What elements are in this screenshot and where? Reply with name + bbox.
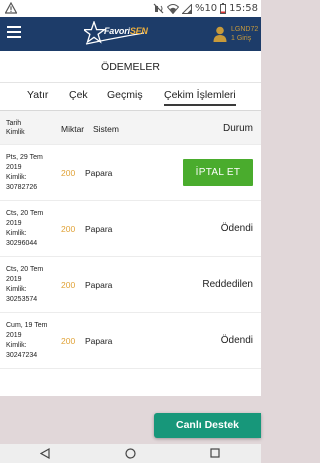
row-date: Cts, 20 Tem 2019 Kimlik: 30253574 xyxy=(6,266,44,303)
row-amount: 200 xyxy=(61,224,76,234)
status-bar: %10 15:58 xyxy=(0,0,261,17)
table-row: Pts, 29 Tem 2019 Kimlik: 30782726 200 Pa… xyxy=(0,145,261,201)
user-info[interactable]: LGND72 1 Giriş xyxy=(231,25,258,43)
battery-icon xyxy=(220,3,227,14)
user-icon[interactable] xyxy=(213,26,227,42)
row-amount: 200 xyxy=(61,336,76,346)
header-date: Tarih Kimlik xyxy=(6,120,25,136)
row-date: Pts, 29 Tem 2019 Kimlik: 30782726 xyxy=(6,154,43,191)
username-text: LGND72 xyxy=(231,26,259,33)
live-support-button[interactable]: Canlı Destek xyxy=(154,413,261,438)
table-row: Cts, 20 Tem 2019 Kimlik: 30253574 200 Pa… xyxy=(0,257,261,313)
withdrawals-table: Tarih Kimlik Miktar Sistem Durum Pts, 29… xyxy=(0,111,261,396)
signal-icon xyxy=(181,3,192,14)
row-status: Reddedilen xyxy=(202,279,253,290)
row-system: Papara xyxy=(85,168,113,178)
row-amount: 200 xyxy=(61,280,76,290)
table-row: Cts, 20 Tem 2019 Kimlik: 30296044 200 Pa… xyxy=(0,201,261,257)
battery-text: %10 xyxy=(194,3,218,14)
wifi-icon xyxy=(166,4,179,14)
tab-withdrawal-transactions[interactable]: Çekim İşlemleri xyxy=(164,89,236,106)
row-status: Ödendi xyxy=(220,335,253,346)
row-date: Cts, 20 Tem 2019 Kimlik: 30296044 xyxy=(6,210,44,247)
home-icon[interactable] xyxy=(125,448,136,459)
warning-icon xyxy=(5,2,17,14)
row-amount: 200 xyxy=(61,168,76,178)
row-system: Papara xyxy=(85,280,113,290)
header-amount: Miktar xyxy=(61,124,85,134)
menu-icon[interactable] xyxy=(7,26,21,39)
row-status: Ödendi xyxy=(220,223,253,234)
table-header: Tarih Kimlik Miktar Sistem Durum xyxy=(0,111,261,145)
row-system: Papara xyxy=(85,336,113,346)
tab-bar: Yatır Çek Geçmiş Çekim İşlemleri xyxy=(0,83,261,111)
page-title: ÖDEMELER xyxy=(0,51,261,83)
row-date: Cum, 19 Tem 2019 Kimlik: 30247234 xyxy=(6,322,48,359)
app-bar: FavoriSEN LGND72 1 Giriş xyxy=(0,17,261,51)
cancel-button[interactable]: İPTAL ET xyxy=(183,159,253,186)
back-icon[interactable] xyxy=(40,448,50,459)
header-system: Sistem xyxy=(93,124,119,134)
system-nav-bar xyxy=(0,444,261,463)
brand-logo: FavoriSEN xyxy=(104,26,148,36)
header-status: Durum xyxy=(222,123,253,134)
recent-apps-icon[interactable] xyxy=(210,448,220,458)
tab-withdraw[interactable]: Çek xyxy=(69,89,88,101)
clock-text: 15:58 xyxy=(229,3,258,14)
table-row: Cum, 19 Tem 2019 Kimlik: 30247234 200 Pa… xyxy=(0,313,261,369)
row-system: Papara xyxy=(85,224,113,234)
mute-icon xyxy=(153,3,164,14)
user-subtext: 1 Giriş xyxy=(231,35,252,42)
tab-history[interactable]: Geçmiş xyxy=(107,89,143,101)
tab-deposit[interactable]: Yatır xyxy=(27,89,48,101)
